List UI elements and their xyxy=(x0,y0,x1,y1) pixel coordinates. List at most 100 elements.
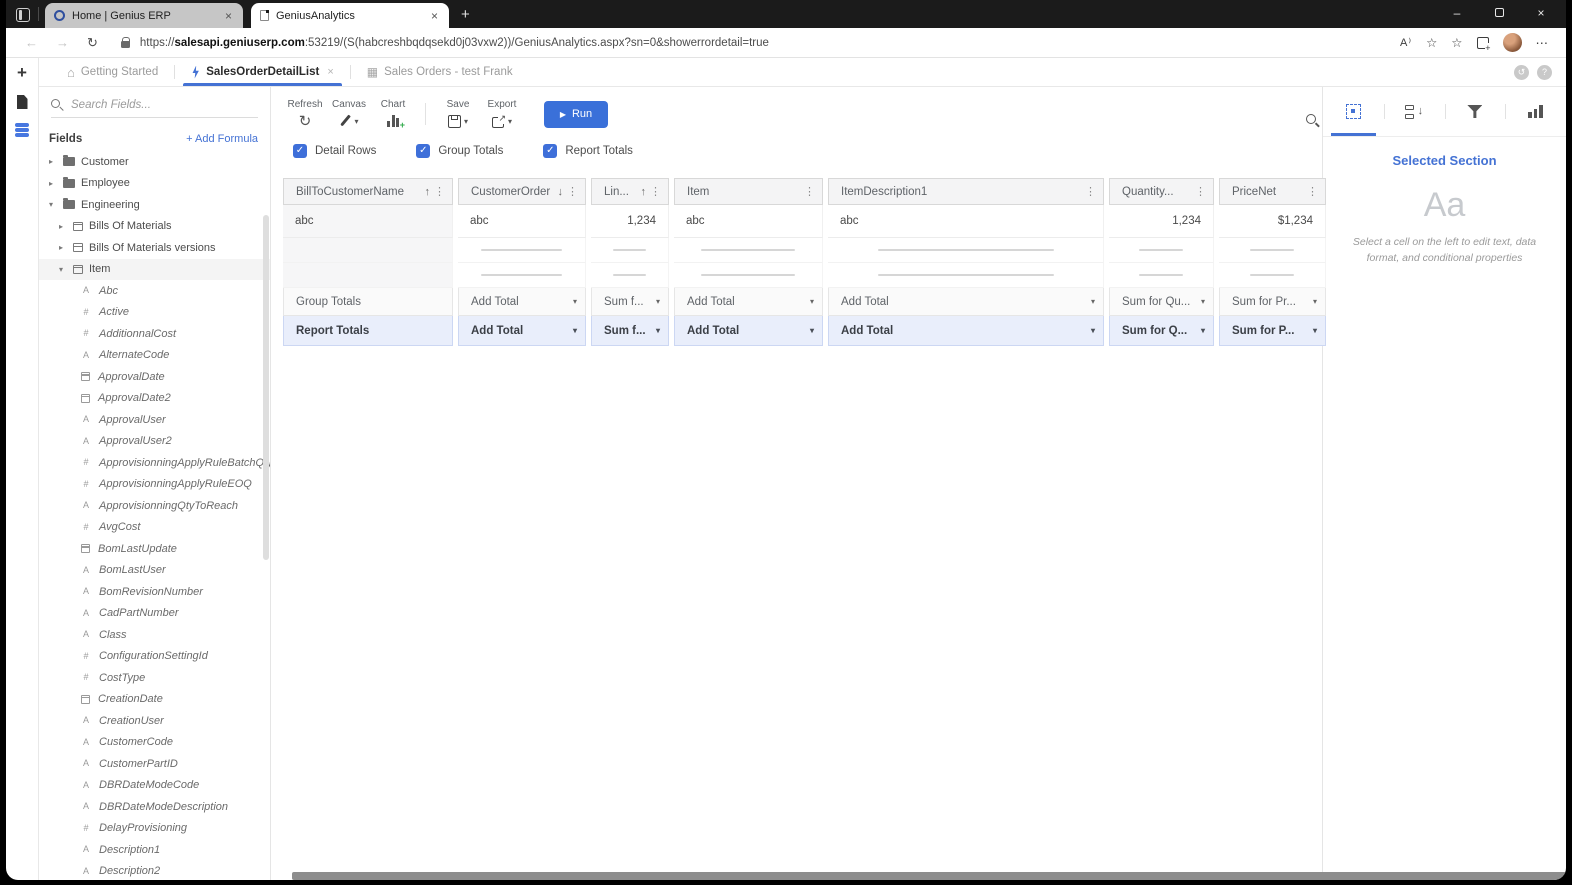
report-total-dropdown[interactable]: Add Total▾ xyxy=(674,316,823,346)
close-icon[interactable]: × xyxy=(223,9,234,23)
grid-cell[interactable]: abc xyxy=(828,205,1104,238)
browser-tab-analytics[interactable]: GeniusAnalytics × xyxy=(251,3,449,28)
grid-cell[interactable] xyxy=(1219,238,1326,263)
field-item[interactable]: ACadPartNumber xyxy=(39,603,270,625)
refresh-button[interactable]: Refresh ↻ xyxy=(283,99,327,130)
report-total-dropdown[interactable]: Add Total▾ xyxy=(458,316,586,346)
option-group-totals[interactable]: ✓ Group Totals xyxy=(416,144,503,158)
grid-cell[interactable] xyxy=(591,238,669,263)
field-item[interactable]: #ConfigurationSettingId xyxy=(39,646,270,668)
grid-cell[interactable] xyxy=(591,263,669,288)
grid-cell[interactable] xyxy=(674,263,823,288)
field-item[interactable]: AApprovalUser2 xyxy=(39,431,270,453)
group-total-dropdown[interactable]: Add Total▾ xyxy=(674,288,823,316)
group-total-dropdown[interactable]: Add Total▾ xyxy=(458,288,586,316)
field-item[interactable]: AClass xyxy=(39,624,270,646)
column-header[interactable]: Quantity...⋮ xyxy=(1109,178,1214,205)
column-header[interactable]: Item⋮ xyxy=(674,178,823,205)
column-header[interactable]: PriceNet⋮ xyxy=(1219,178,1326,205)
field-item[interactable]: ADBRDateModeCode xyxy=(39,775,270,797)
grid-cell[interactable]: abc xyxy=(458,205,586,238)
tree-node-customer[interactable]: ▸ Customer xyxy=(39,151,270,173)
field-item[interactable]: ABomLastUser xyxy=(39,560,270,582)
close-window-button[interactable]: × xyxy=(1520,6,1562,20)
field-item[interactable]: #AdditionnalCost xyxy=(39,323,270,345)
grid-cell[interactable]: abc xyxy=(674,205,823,238)
field-item[interactable]: #Active xyxy=(39,302,270,324)
settings-more-icon[interactable]: ⋯ xyxy=(1536,35,1549,50)
grid-cell[interactable] xyxy=(283,238,453,263)
tab-salesorderdetaillist[interactable]: SalesOrderDetailList × xyxy=(181,58,344,86)
group-total-dropdown[interactable]: Sum for Pr...▾ xyxy=(1219,288,1326,316)
tab-sections-order[interactable]: ↓ xyxy=(1384,87,1445,136)
field-item[interactable]: ApprovalDate xyxy=(39,366,270,388)
sort-asc-icon[interactable]: ↑ xyxy=(641,186,647,198)
field-item[interactable]: ACustomerPartID xyxy=(39,753,270,775)
column-header[interactable]: BillToCustomerName↑⋮ xyxy=(283,178,453,205)
option-detail-rows[interactable]: ✓ Detail Rows xyxy=(293,144,376,158)
forward-icon[interactable]: → xyxy=(56,35,69,50)
sidebar-scrollbar[interactable] xyxy=(263,215,269,560)
profile-avatar[interactable] xyxy=(1503,33,1522,52)
field-item[interactable]: #AvgCost xyxy=(39,517,270,539)
maximize-button[interactable] xyxy=(1478,6,1520,20)
browser-tab-home[interactable]: Home | Genius ERP × xyxy=(45,3,243,28)
grid-cell[interactable] xyxy=(674,238,823,263)
add-report-icon[interactable]: + xyxy=(17,64,27,81)
option-report-totals[interactable]: ✓ Report Totals xyxy=(543,144,633,158)
field-item[interactable]: BomLastUpdate xyxy=(39,538,270,560)
field-item[interactable]: ABomRevisionNumber xyxy=(39,581,270,603)
help-icon[interactable]: ? xyxy=(1537,65,1552,80)
new-tab-button[interactable]: + xyxy=(461,6,470,23)
tab-chart[interactable] xyxy=(1505,87,1566,136)
field-item[interactable]: ACustomerCode xyxy=(39,732,270,754)
export-button[interactable]: Export ▾ xyxy=(480,99,524,130)
horizontal-scrollbar[interactable] xyxy=(292,872,1566,880)
column-menu-icon[interactable]: ⋮ xyxy=(1193,185,1208,198)
report-total-dropdown[interactable]: Sum for Q...▾ xyxy=(1109,316,1214,346)
chevron-down-icon[interactable]: ▾ xyxy=(59,265,67,274)
tab-selection[interactable] xyxy=(1323,87,1384,136)
tab-filters[interactable] xyxy=(1445,87,1506,136)
favorites-icon[interactable]: ☆ xyxy=(1451,35,1462,50)
minimize-button[interactable]: – xyxy=(1436,6,1478,20)
grid-cell[interactable]: 1,234 xyxy=(591,205,669,238)
field-item[interactable]: #DelayProvisioning xyxy=(39,818,270,840)
checkbox-checked-icon[interactable]: ✓ xyxy=(293,144,307,158)
grid-cell[interactable]: abc xyxy=(283,205,453,238)
tree-node-employee[interactable]: ▸ Employee xyxy=(39,173,270,195)
column-menu-icon[interactable]: ⋮ xyxy=(1083,185,1098,198)
chevron-right-icon[interactable]: ▸ xyxy=(59,243,67,252)
field-item[interactable]: ADescription2 xyxy=(39,861,270,881)
field-item[interactable]: ApprovalDate2 xyxy=(39,388,270,410)
history-icon[interactable]: ↺ xyxy=(1514,65,1529,80)
grid-cell[interactable]: 1,234 xyxy=(1109,205,1214,238)
field-item[interactable]: AApprovisionningQtyToReach xyxy=(39,495,270,517)
field-item[interactable]: CreationDate xyxy=(39,689,270,711)
column-header[interactable]: ItemDescription1⋮ xyxy=(828,178,1104,205)
tree-node-item[interactable]: ▾ Item xyxy=(39,259,270,281)
back-icon[interactable]: ← xyxy=(25,35,38,50)
field-item[interactable]: #ApprovisionningApplyRuleBatchQty xyxy=(39,452,270,474)
sort-desc-icon[interactable]: ↓ xyxy=(558,186,564,198)
field-item[interactable]: AAlternateCode xyxy=(39,345,270,367)
grid-cell[interactable] xyxy=(828,263,1104,288)
group-total-dropdown[interactable]: Sum f...▾ xyxy=(591,288,669,316)
tree-node-bom-versions[interactable]: ▸ Bills Of Materials versions xyxy=(39,237,270,259)
checkbox-checked-icon[interactable]: ✓ xyxy=(416,144,430,158)
field-item[interactable]: ACreationUser xyxy=(39,710,270,732)
run-button[interactable]: ▶ Run xyxy=(544,101,608,128)
column-menu-icon[interactable]: ⋮ xyxy=(802,185,817,198)
url-field[interactable]: https://salesapi.geniuserp.com:53219/(S(… xyxy=(140,37,1400,49)
column-menu-icon[interactable]: ⋮ xyxy=(565,185,580,198)
close-icon[interactable]: × xyxy=(327,66,333,78)
lock-icon[interactable] xyxy=(121,41,130,48)
field-item[interactable]: AAbc xyxy=(39,280,270,302)
group-total-dropdown[interactable]: Sum for Qu...▾ xyxy=(1109,288,1214,316)
grid-cell[interactable] xyxy=(1109,263,1214,288)
grid-cell[interactable] xyxy=(828,238,1104,263)
chevron-right-icon[interactable]: ▸ xyxy=(49,179,57,188)
chevron-right-icon[interactable]: ▸ xyxy=(59,222,67,231)
close-icon[interactable]: × xyxy=(429,9,440,23)
column-header[interactable]: Lin...↑⋮ xyxy=(591,178,669,205)
